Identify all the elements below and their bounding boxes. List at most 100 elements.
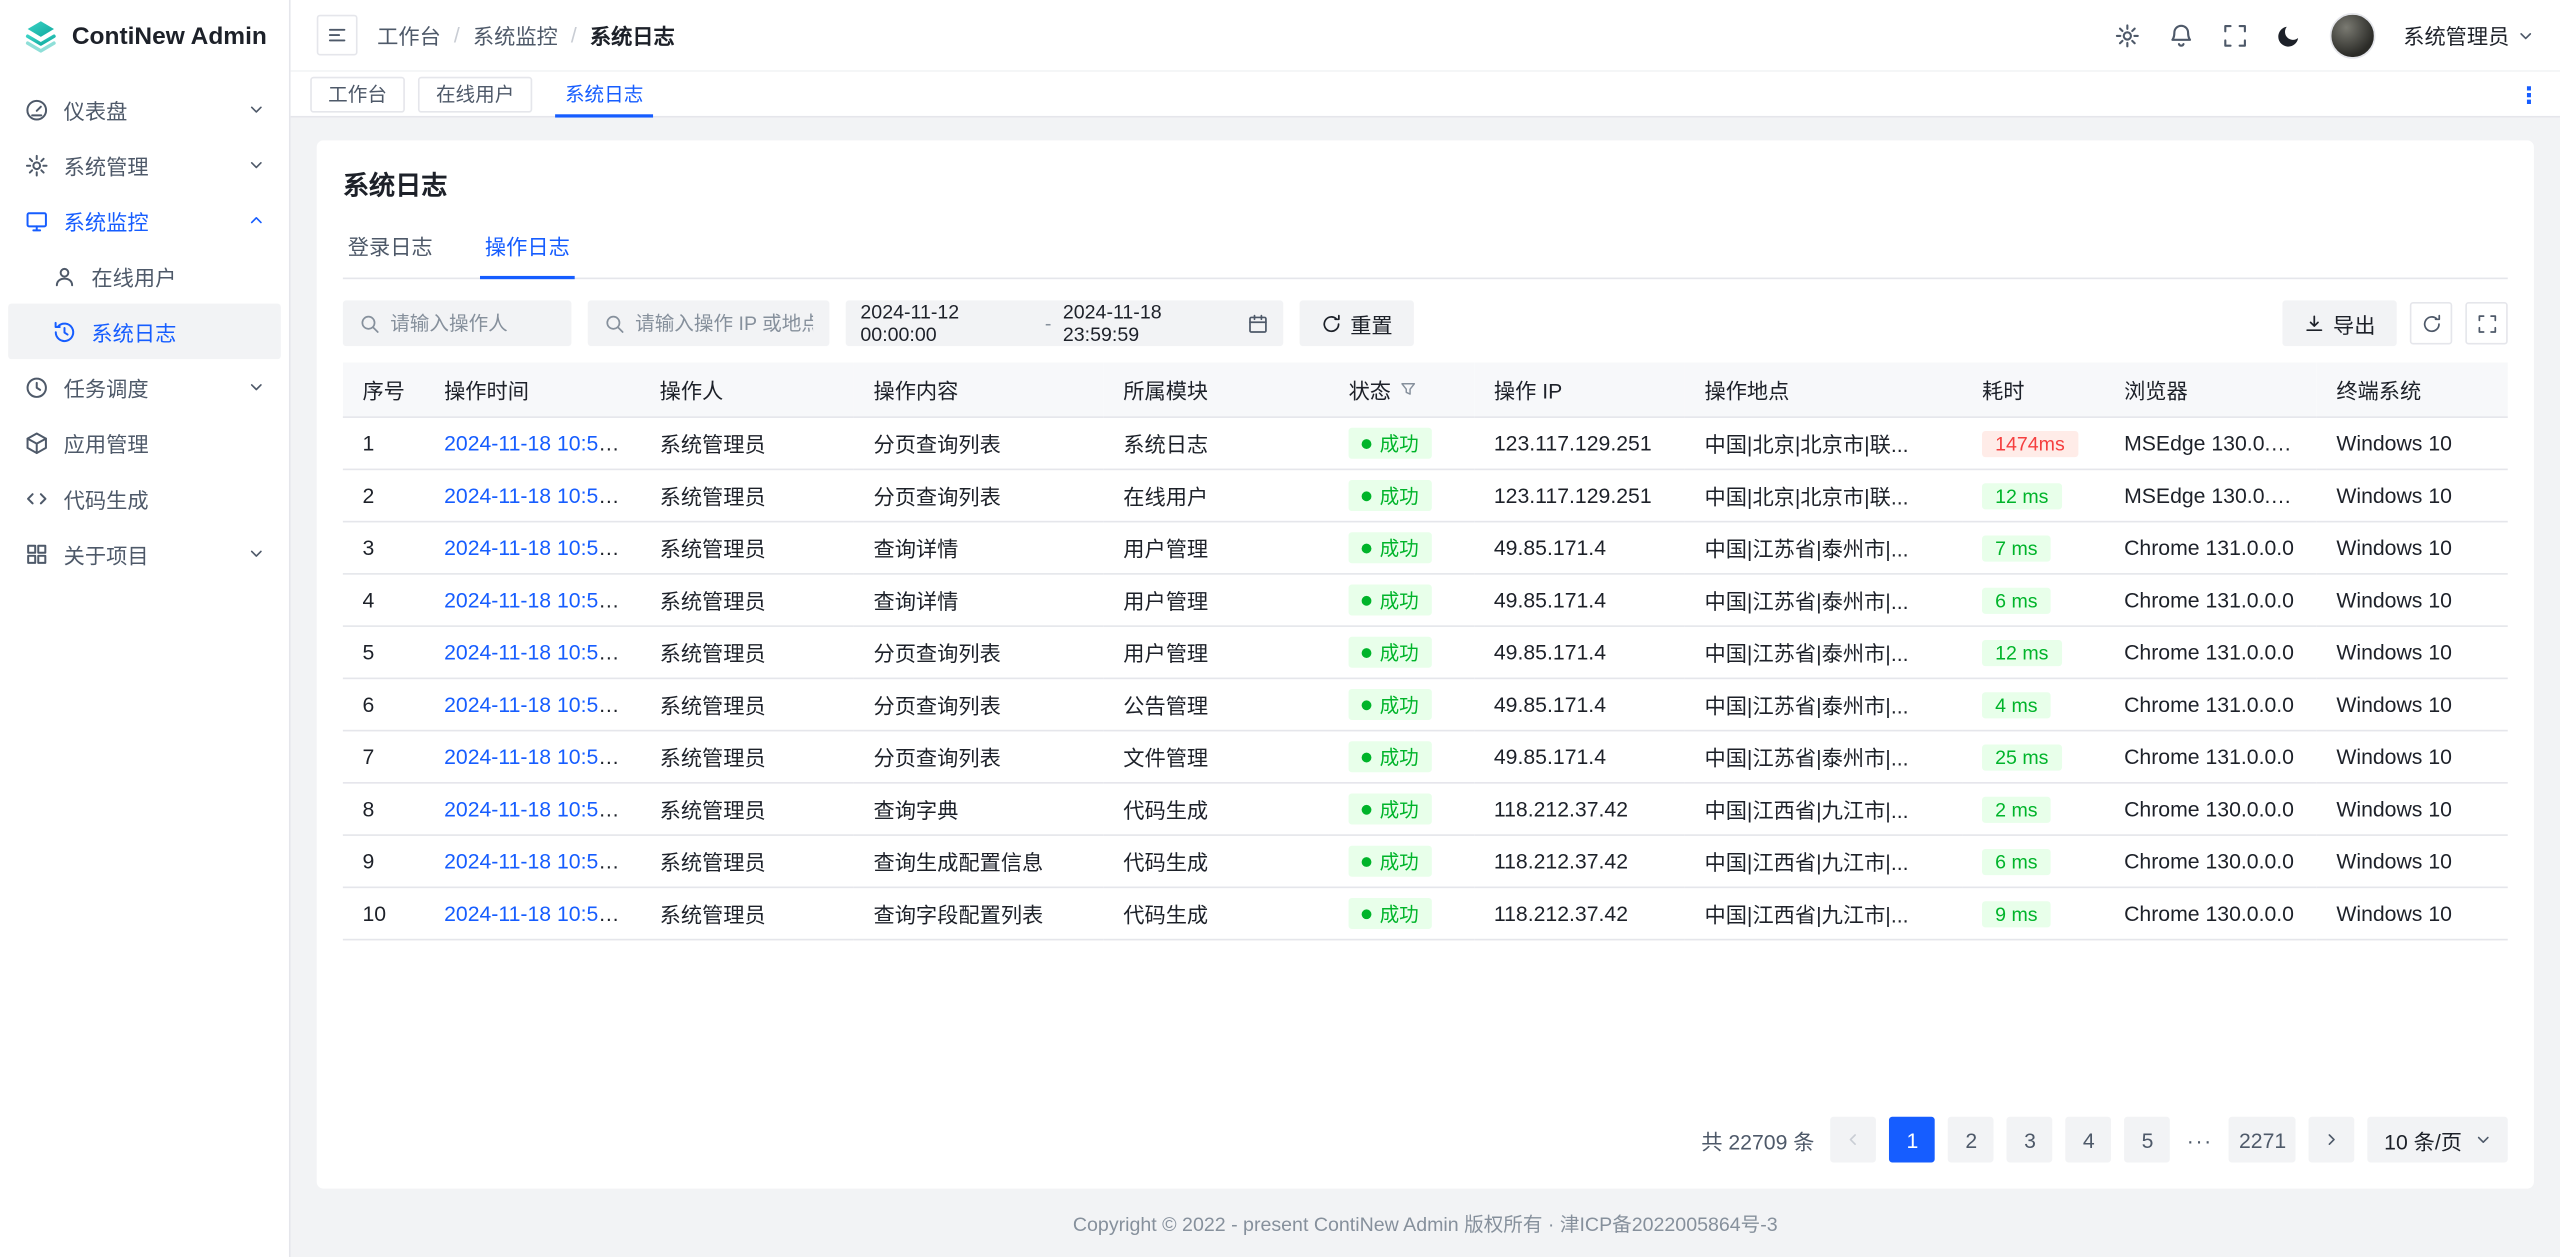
log-table-body: 12024-11-18 10:52:55系统管理员分页查询列表系统日志成功123…	[343, 417, 2508, 939]
cell-index: 1	[343, 417, 425, 469]
cell-duration: 12 ms	[1962, 626, 2104, 678]
reset-button[interactable]: 重置	[1300, 300, 1414, 346]
operation-time-link[interactable]: 2024-11-18 10:52:47	[444, 483, 640, 507]
tabbar-more-icon[interactable]: ⋮	[2518, 82, 2541, 105]
table-empty-space	[343, 940, 2508, 1103]
history-icon	[52, 319, 76, 343]
cell-ip: 49.85.171.4	[1474, 678, 1685, 730]
tab-operation-logs[interactable]: 操作日志	[480, 222, 575, 279]
operator-search-input[interactable]	[390, 312, 555, 335]
cell-time: 2024-11-18 10:51:55	[424, 626, 640, 678]
fullscreen-icon[interactable]	[2222, 22, 2248, 48]
ip-search-input[interactable]	[635, 312, 813, 335]
operation-time-link[interactable]: 2024-11-18 10:52:12	[444, 536, 640, 560]
tab-login-logs[interactable]: 登录日志	[343, 222, 438, 278]
cell-duration: 7 ms	[1962, 522, 2104, 574]
cell-status: 成功	[1329, 678, 1474, 730]
pagination-prev-button[interactable]	[1831, 1117, 1877, 1163]
breadcrumb-separator: /	[571, 23, 577, 47]
sidebar-item-dashboard[interactable]: 仪表盘	[8, 82, 281, 138]
status-label: 成功	[1380, 743, 1419, 771]
pagination-page-3[interactable]: 3	[2007, 1117, 2053, 1163]
operation-time-link[interactable]: 2024-11-18 10:51:50	[444, 797, 640, 821]
cell-ip: 49.85.171.4	[1474, 574, 1685, 626]
search-icon	[604, 313, 625, 334]
cell-location: 中国|江苏省|泰州市|...	[1685, 574, 1963, 626]
cell-operator: 系统管理员	[640, 783, 854, 835]
notification-bell-icon[interactable]	[2168, 22, 2194, 48]
log-type-tabs: 登录日志 操作日志	[343, 222, 2508, 279]
clock-icon	[24, 375, 48, 399]
reset-button-label: 重置	[1350, 308, 1392, 339]
operation-time-link[interactable]: 2024-11-18 10:51:53	[444, 692, 640, 716]
pagination-page-2[interactable]: 2	[1948, 1117, 1994, 1163]
cell-status: 成功	[1329, 626, 1474, 678]
content-area: 系统日志 登录日志 操作日志	[291, 118, 2560, 1257]
cube-icon	[24, 430, 48, 454]
operation-time-link[interactable]: 2024-11-18 10:51:55	[444, 640, 640, 664]
operation-time-link[interactable]: 2024-11-18 10:51:49	[444, 901, 640, 925]
page-size-select[interactable]: 10 条/页	[2368, 1117, 2508, 1163]
status-badge: 成功	[1349, 480, 1432, 511]
workspace-tab-system-logs[interactable]: 系统日志	[545, 71, 663, 117]
user-icon	[52, 264, 76, 288]
status-dot-icon	[1362, 700, 1372, 710]
workspace-tab-workspace[interactable]: 工作台	[310, 76, 405, 112]
operator-search-field[interactable]	[343, 300, 572, 346]
sidebar-item-code-generation[interactable]: 代码生成	[8, 470, 281, 526]
breadcrumb-item-system-monitor[interactable]: 系统监控	[473, 20, 558, 51]
column-header-time: 操作时间	[424, 362, 640, 417]
cell-status: 成功	[1329, 887, 1474, 939]
pagination-last-page[interactable]: 2271	[2229, 1117, 2296, 1163]
duration-tag: 6 ms	[1982, 848, 2051, 874]
cell-location: 中国|江苏省|泰州市|...	[1685, 626, 1963, 678]
export-button[interactable]: 导出	[2282, 300, 2396, 346]
sidebar-item-task-schedule[interactable]: 任务调度	[8, 359, 281, 415]
brand[interactable]: ContiNew Admin	[0, 0, 289, 72]
ip-search-field[interactable]	[588, 300, 830, 346]
workspace-tabbar: 工作台 在线用户 系统日志 ⋮	[291, 72, 2560, 118]
pagination-ellipsis[interactable]: ···	[2183, 1127, 2216, 1151]
sidebar-item-system-management[interactable]: 系统管理	[8, 137, 281, 193]
sidebar-item-label: 关于项目	[64, 538, 234, 569]
pagination-page-5[interactable]: 5	[2125, 1117, 2171, 1163]
table-refresh-button[interactable]	[2410, 302, 2452, 344]
operation-time-link[interactable]: 2024-11-18 10:52:05	[444, 588, 640, 612]
operation-time-link[interactable]: 2024-11-18 10:52:55	[444, 431, 640, 455]
duration-tag: 12 ms	[1982, 639, 2061, 665]
date-range-picker[interactable]: 2024-11-12 00:00:00 - 2024-11-18 23:59:5…	[846, 300, 1284, 346]
brand-logo-icon	[23, 18, 59, 54]
sidebar-item-online-users[interactable]: 在线用户	[8, 248, 281, 304]
breadcrumb-item-workspace[interactable]: 工作台	[377, 20, 441, 51]
cell-os: Windows 10	[2317, 417, 2508, 469]
operation-time-link[interactable]: 2024-11-18 10:51:52	[444, 744, 640, 768]
column-header-ip: 操作 IP	[1474, 362, 1685, 417]
filter-funnel-icon[interactable]	[1399, 380, 1417, 398]
dark-mode-moon-icon[interactable]	[2276, 22, 2302, 48]
status-dot-icon	[1362, 804, 1372, 814]
cell-os: Windows 10	[2317, 469, 2508, 521]
settings-gear-icon[interactable]	[2114, 22, 2140, 48]
cell-index: 10	[343, 887, 425, 939]
cell-ip: 49.85.171.4	[1474, 731, 1685, 783]
sidebar-item-app-management[interactable]: 应用管理	[8, 415, 281, 471]
sidebar-collapse-button[interactable]	[317, 15, 358, 56]
sidebar-item-about-project[interactable]: 关于项目	[8, 526, 281, 582]
cell-status: 成功	[1329, 731, 1474, 783]
user-menu[interactable]: 系统管理员	[2403, 20, 2534, 51]
operation-time-link[interactable]: 2024-11-18 10:51:49	[444, 849, 640, 873]
table-row: 22024-11-18 10:52:47系统管理员分页查询列表在线用户成功123…	[343, 469, 2508, 521]
page-title: 系统日志	[343, 163, 2508, 202]
sidebar-item-system-logs[interactable]: 系统日志	[8, 304, 281, 360]
cell-operator: 系统管理员	[640, 678, 854, 730]
workspace-tab-online-users[interactable]: 在线用户	[418, 76, 532, 112]
pagination-page-1[interactable]: 1	[1890, 1117, 1936, 1163]
cell-time: 2024-11-18 10:51:49	[424, 887, 640, 939]
cell-index: 9	[343, 835, 425, 887]
pagination-next-button[interactable]	[2309, 1117, 2355, 1163]
chevron-down-icon	[2475, 1131, 2491, 1147]
table-fullscreen-button[interactable]	[2465, 302, 2507, 344]
pagination-page-4[interactable]: 4	[2066, 1117, 2112, 1163]
sidebar-item-system-monitor[interactable]: 系统监控	[8, 193, 281, 249]
user-avatar[interactable]	[2330, 12, 2376, 58]
